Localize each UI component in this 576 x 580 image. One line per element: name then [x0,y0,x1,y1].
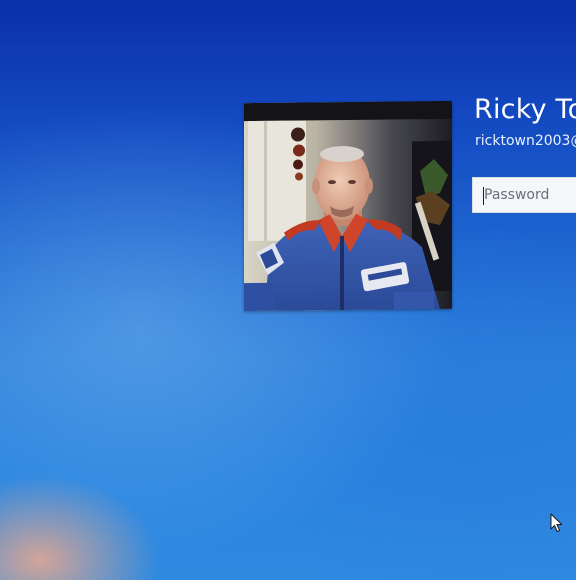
arrow-cursor-icon [550,513,564,537]
text-caret [483,187,484,205]
user-account-email: ricktown2003@ [475,133,576,149]
user-avatar [244,100,452,312]
user-name: Ricky To [474,94,576,125]
password-input[interactable] [473,178,576,212]
password-field[interactable] [472,177,576,213]
lock-screen-background: Ricky To ricktown2003@ [0,0,576,580]
user-photo [244,100,452,312]
